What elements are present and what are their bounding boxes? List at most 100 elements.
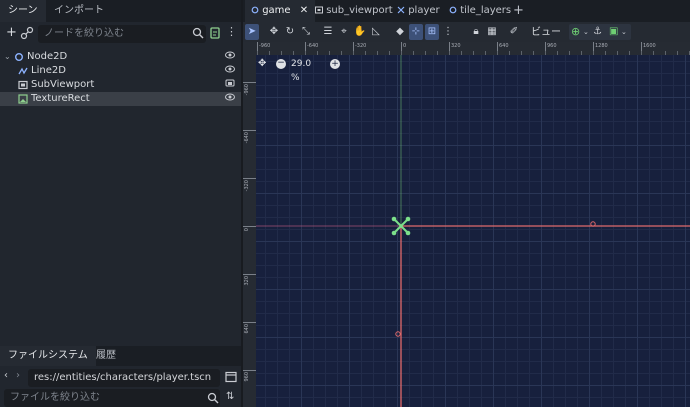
select-tool-icon[interactable]: ➤ — [245, 24, 259, 40]
tree-item-subviewport[interactable]: SubViewport — [0, 78, 241, 92]
ruler-label: 640 — [244, 324, 250, 334]
chevron-down-icon[interactable]: ⌄ — [583, 24, 589, 40]
ruler-label: 1600 — [643, 43, 656, 49]
anchor-icon[interactable]: ⚓︎ — [593, 24, 602, 40]
move-tool-icon[interactable]: ✥ — [267, 24, 281, 40]
tab-label: sub_viewport — [326, 5, 393, 16]
more-icon[interactable]: ⋮ — [226, 25, 237, 38]
sprite-icon — [397, 6, 405, 14]
tab-filesystem[interactable]: ファイルシステム — [0, 346, 96, 366]
add-node-button[interactable]: + — [6, 25, 17, 41]
tab-sub-viewport[interactable]: sub_viewport — [309, 0, 399, 22]
pan-tool-icon[interactable]: ✋ — [353, 24, 367, 40]
close-icon[interactable]: ✕ — [300, 5, 308, 16]
film-icon[interactable]: ▣ — [609, 24, 618, 40]
tree-item-label: SubViewport — [31, 79, 95, 90]
eye-icon[interactable] — [223, 50, 237, 64]
tree-item-label: Line2D — [31, 65, 66, 76]
view-menu[interactable]: ビュー — [531, 25, 561, 41]
vertical-ruler[interactable]: -960 -640 -320 0 320 640 960 — [243, 55, 256, 407]
ruler-label: 960 — [547, 43, 557, 49]
split-view-icon[interactable] — [225, 371, 237, 383]
eye-icon[interactable] — [223, 64, 237, 78]
ruler-tool-icon[interactable]: ◺ — [369, 24, 383, 40]
node2d-icon — [449, 6, 457, 14]
ruler-tick — [243, 370, 256, 371]
smart-snap-icon[interactable]: ◆ — [393, 24, 407, 40]
add-circle-icon[interactable]: ⊕ — [571, 24, 580, 40]
horizontal-ruler[interactable]: -960 -640 -320 0 320 640 960 1280 1600 — [243, 42, 690, 55]
ruler-tick — [243, 82, 256, 83]
zoom-in-button[interactable]: + — [330, 59, 340, 69]
ruler-label: 320 — [244, 276, 250, 286]
node2d-icon — [251, 6, 259, 14]
more-icon[interactable]: ⋮ — [441, 24, 455, 40]
ruler-label: -960 — [244, 84, 250, 96]
bone-icon[interactable]: ✐ — [507, 24, 521, 40]
rotate-tool-icon[interactable]: ↻ — [283, 24, 297, 40]
tree-item-line2d[interactable]: Line2D — [0, 64, 241, 78]
canvas-viewport[interactable]: ✥ − 29.0 % + — [256, 55, 690, 407]
ruler-tick — [243, 130, 256, 131]
tab-import[interactable]: インポート — [46, 0, 112, 22]
ruler-label: 640 — [499, 43, 509, 49]
zoom-out-button[interactable]: − — [276, 59, 286, 69]
tool-group: ⊕ ⌄ ⚓︎ ▣ ⌄ — [569, 24, 631, 40]
ruler-label: -320 — [355, 43, 367, 49]
tree-item-label: TextureRect — [31, 93, 90, 104]
ruler-label: -640 — [307, 43, 319, 49]
scale-tool-icon[interactable]: ⤡ — [299, 24, 313, 40]
pan-icon[interactable]: ✥ — [258, 57, 266, 71]
texturerect-icon — [18, 94, 28, 104]
node-filter-input[interactable]: ノードを絞り込む — [38, 25, 206, 43]
eye-icon[interactable] — [223, 92, 237, 106]
tab-scene[interactable]: シーン — [0, 0, 46, 22]
tab-player[interactable]: player — [391, 0, 446, 22]
add-tab-button[interactable]: + — [507, 0, 530, 22]
pivot-tool-icon[interactable]: ⌖ — [337, 24, 351, 40]
ruler-tick — [243, 178, 256, 179]
left-dock: シーン インポート + ノードを絞り込む ⋮ ⌄ Node2D Line2D S… — [0, 0, 241, 407]
lock-icon[interactable]: 🔒︎ — [469, 24, 483, 40]
ruler-tick — [243, 274, 256, 275]
ruler-corner — [243, 42, 256, 55]
tree-item-label: Node2D — [27, 51, 68, 62]
tab-tile-layers[interactable]: tile_layers — [443, 0, 517, 22]
list-tool-icon[interactable]: ☰ — [321, 24, 335, 40]
link-icon[interactable] — [20, 26, 34, 40]
back-arrow-icon[interactable]: ‹ — [4, 370, 8, 381]
filesystem-tabbar: ファイルシステム 履歴 — [0, 346, 241, 366]
grid-snap-icon[interactable]: ⊞ — [425, 24, 439, 40]
search-icon — [207, 392, 219, 404]
group-icon[interactable]: ▦ — [485, 24, 499, 40]
tab-game[interactable]: game ✕ — [245, 0, 315, 22]
editor-tabbar: game ✕ sub_viewport player tile_layers + — [243, 0, 690, 22]
ruler-label: 0 — [244, 228, 250, 232]
viewport-overlay — [256, 55, 690, 407]
sort-icon[interactable]: ⇅ — [226, 391, 234, 402]
ruler-label: -960 — [259, 43, 271, 49]
collapse-arrow-icon[interactable]: ⌄ — [4, 50, 11, 64]
point-marker[interactable] — [395, 331, 401, 337]
ruler-label: -320 — [244, 180, 250, 192]
screen-icon[interactable] — [223, 78, 237, 92]
zoom-level[interactable]: 29.0 % — [291, 57, 311, 85]
path-input[interactable]: res://entities/characters/player.tscn — [28, 369, 220, 387]
tree-item-node2d[interactable]: ⌄ Node2D — [0, 50, 241, 64]
ruler-label: 1280 — [595, 43, 608, 49]
tab-label: tile_layers — [460, 5, 512, 16]
tab-history[interactable]: 履歴 — [88, 346, 124, 366]
ruler-label: 320 — [451, 43, 461, 49]
snap-icon[interactable]: ⊹ — [409, 24, 423, 40]
chevron-down-icon[interactable]: ⌄ — [621, 24, 627, 40]
forward-arrow-icon[interactable]: › — [16, 370, 20, 381]
canvas-toolbar: ➤ ✥ ↻ ⤡ ☰ ⌖ ✋ ◺ ◆ ⊹ ⊞ ⋮ 🔒︎ ▦ ✐ ビュー ⊕ ⌄ ⚓… — [243, 22, 690, 42]
ruler-label: 0 — [403, 43, 407, 49]
file-filter-input[interactable]: ファイルを絞り込む — [4, 389, 220, 407]
tree-item-texturerect[interactable]: TextureRect — [0, 92, 241, 106]
subviewport-icon — [315, 6, 323, 14]
scene-dock-tabbar: シーン インポート — [0, 0, 241, 22]
ruler-tick — [243, 322, 256, 323]
script-icon[interactable] — [209, 26, 221, 40]
ruler-label: 960 — [244, 372, 250, 382]
